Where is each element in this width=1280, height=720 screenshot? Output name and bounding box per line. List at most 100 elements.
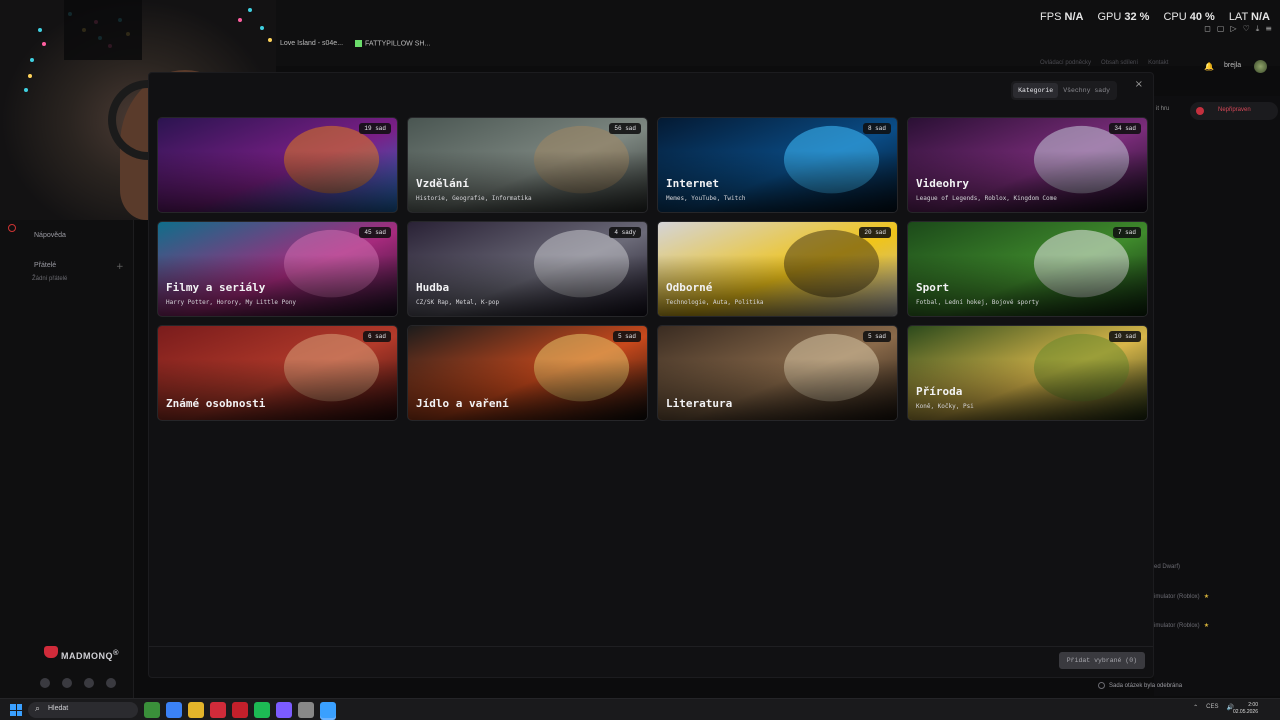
category-card-music[interactable]: 4 sady Hudba CZ/SK Rap, Metal, K-pop <box>407 221 648 317</box>
category-card-nature[interactable]: 10 sad Příroda Koně, Kočky, Psi <box>907 325 1148 421</box>
category-card-videogames[interactable]: 34 sad Videohry League of Legends, Roblo… <box>907 117 1148 213</box>
discord-icon[interactable] <box>62 678 72 688</box>
category-grid: 19 sad 56 sad Vzdělání Historie, Geograf… <box>157 117 1148 421</box>
set-count-badge: 34 sad <box>1109 123 1141 134</box>
clock[interactable]: 2:00 02.05.2026 <box>1233 702 1258 716</box>
clock-time: 2:00 <box>1248 702 1258 708</box>
taskbar-search[interactable]: Hledat <box>28 702 138 718</box>
category-card-movies[interactable]: 45 sad Filmy a seriály Harry Potter, Hor… <box>157 221 398 317</box>
taskbar-app-icon[interactable] <box>276 702 292 718</box>
taskbar-app-icon[interactable] <box>298 702 314 718</box>
modal-footer-divider <box>149 646 1153 647</box>
category-subtitle: Historie, Geografie, Informatika <box>416 195 532 202</box>
add-selected-button[interactable]: Přidat vybrané (0) <box>1058 652 1145 669</box>
category-subtitle: Fotbal, Lední hokej, Bojové sporty <box>916 299 1039 306</box>
browser-toolbar-icons: ◻ ▢ ▷ ♡ ⤓ ≡ <box>1204 24 1272 34</box>
start-game-label[interactable]: it hru <box>1156 106 1169 112</box>
tab-all-sets[interactable]: Všechny sady <box>1058 83 1115 98</box>
tiktok-icon[interactable] <box>40 678 50 688</box>
instagram-icon[interactable] <box>84 678 94 688</box>
brand-name: MADMONQ <box>61 651 113 661</box>
menu-icon[interactable]: ≡ <box>1265 24 1272 34</box>
ready-toggle[interactable]: Nepřipraven <box>1190 102 1278 120</box>
category-title: Příroda <box>916 385 963 398</box>
header-link[interactable]: Kontakt <box>1148 60 1168 66</box>
sidebar-item-help[interactable]: Nápověda <box>34 232 66 239</box>
category-subtitle: Koně, Kočky, Psi <box>916 403 974 410</box>
bookmark-label: FATTYPILLOW SH... <box>365 40 431 48</box>
bookmark-item[interactable]: Love Island - s04e... <box>280 40 343 47</box>
gpu-readout: GPU 32 % <box>1097 11 1150 23</box>
header-link[interactable]: Obsah sdílení <box>1101 60 1138 66</box>
add-friend-icon[interactable]: + <box>116 262 124 272</box>
window-icon[interactable]: ▢ <box>1217 24 1225 34</box>
category-card-food[interactable]: 5 sad Jídlo a vaření <box>407 325 648 421</box>
category-title: Hudba <box>416 281 450 294</box>
category-title: Jídlo a vaření <box>416 397 509 410</box>
taskbar-app-icon[interactable] <box>320 702 336 718</box>
set-count-badge: 6 sad <box>362 331 391 342</box>
play-icon[interactable]: ▷ <box>1230 24 1236 34</box>
heart-icon[interactable]: ♡ <box>1243 24 1250 34</box>
category-card-internet[interactable]: 8 sad Internet Memes, YouTube, Twitch <box>657 117 898 213</box>
set-count-badge: 4 sady <box>609 227 641 238</box>
category-card-expert[interactable]: 20 sad Odborné Technologie, Auta, Politi… <box>657 221 898 317</box>
category-title: Sport <box>916 281 950 294</box>
close-icon[interactable]: × <box>1135 79 1143 90</box>
toast-notification: Sada otázek byla odebrána <box>1098 682 1182 689</box>
username[interactable]: brejla <box>1224 62 1241 69</box>
category-card-celebrities[interactable]: 6 sad Známé osobnosti <box>157 325 398 421</box>
history-item: imulator (Roblox) ★ <box>1154 623 1210 629</box>
category-subtitle: Harry Potter, Horory, My Little Pony <box>166 299 297 306</box>
bookmark-item[interactable]: FATTYPILLOW SH... <box>355 40 430 47</box>
left-sidebar: Nápověda Přátelé + Žádní přátelé MADMONQ… <box>0 220 134 698</box>
taskbar-app-icon[interactable] <box>254 702 270 718</box>
system-tray: ⌃ CES 🔊 <box>1193 704 1234 711</box>
header-link[interactable]: Ovládací podněcky <box>1040 60 1091 66</box>
no-friends-text: Žádní přátelé <box>32 276 68 282</box>
fps-readout: FPS N/A <box>1040 11 1084 23</box>
sidebar-item-friends[interactable]: Přátelé <box>34 262 56 269</box>
windows-taskbar: Hledat ⌃ CES 🔊 2:00 02.05.2026 <box>0 698 1280 720</box>
category-card-literature[interactable]: 5 sad Literatura <box>657 325 898 421</box>
taskbar-app-icon[interactable] <box>166 702 182 718</box>
facebook-icon[interactable] <box>106 678 116 688</box>
category-title: Odborné <box>666 281 713 294</box>
set-count-badge: 56 sad <box>609 123 641 134</box>
set-count-badge: 5 sad <box>612 331 641 342</box>
question-set-modal: Kategorie Všechny sady × 19 sad 56 sad V… <box>148 72 1154 678</box>
category-title: Videohry <box>916 177 969 190</box>
star-icon: ★ <box>1203 594 1210 600</box>
download-icon[interactable]: ⤓ <box>1256 24 1260 34</box>
chevron-up-icon[interactable]: ⌃ <box>1193 704 1198 711</box>
social-links <box>40 678 116 688</box>
taskbar-app-icon[interactable] <box>188 702 204 718</box>
language-indicator[interactable]: CES <box>1206 704 1218 711</box>
history-item: ed Dwarf) <box>1154 564 1181 570</box>
ready-status-label: Nepřipraven <box>1218 107 1251 113</box>
tab-categories[interactable]: Kategorie <box>1013 83 1059 98</box>
avatar[interactable] <box>1254 60 1267 73</box>
category-title: Internet <box>666 177 719 190</box>
category-subtitle: CZ/SK Rap, Metal, K-pop <box>416 299 500 306</box>
category-card-sport[interactable]: 7 sad Sport Fotbal, Lední hokej, Bojové … <box>907 221 1148 317</box>
category-title: Vzdělání <box>416 177 469 190</box>
windows-start-icon[interactable] <box>10 704 22 716</box>
taskbar-app-icon[interactable] <box>232 702 248 718</box>
sponsor-brand[interactable]: MADMONQ® <box>44 648 119 661</box>
category-card-education[interactable]: 56 sad Vzdělání Historie, Geografie, Inf… <box>407 117 648 213</box>
star-icon: ★ <box>1203 623 1210 629</box>
category-card-mixed[interactable]: 19 sad <box>157 117 398 213</box>
category-subtitle: Memes, YouTube, Twitch <box>666 195 746 202</box>
set-count-badge: 19 sad <box>359 123 391 134</box>
cpu-readout: CPU 40 % <box>1163 11 1215 23</box>
taskbar-app-icon[interactable] <box>210 702 226 718</box>
taskbar-app-icon[interactable] <box>144 702 160 718</box>
pin-icon[interactable]: ◻ <box>1204 24 1211 34</box>
category-title: Literatura <box>666 397 733 410</box>
check-icon <box>1098 682 1105 689</box>
bookmark-icon <box>355 40 363 47</box>
history-item: imulator (Roblox) ★ <box>1154 594 1210 600</box>
bell-icon[interactable]: 🔔 <box>1204 62 1214 71</box>
header-links: Ovládací podněcky Obsah sdílení Kontakt <box>1040 60 1168 66</box>
